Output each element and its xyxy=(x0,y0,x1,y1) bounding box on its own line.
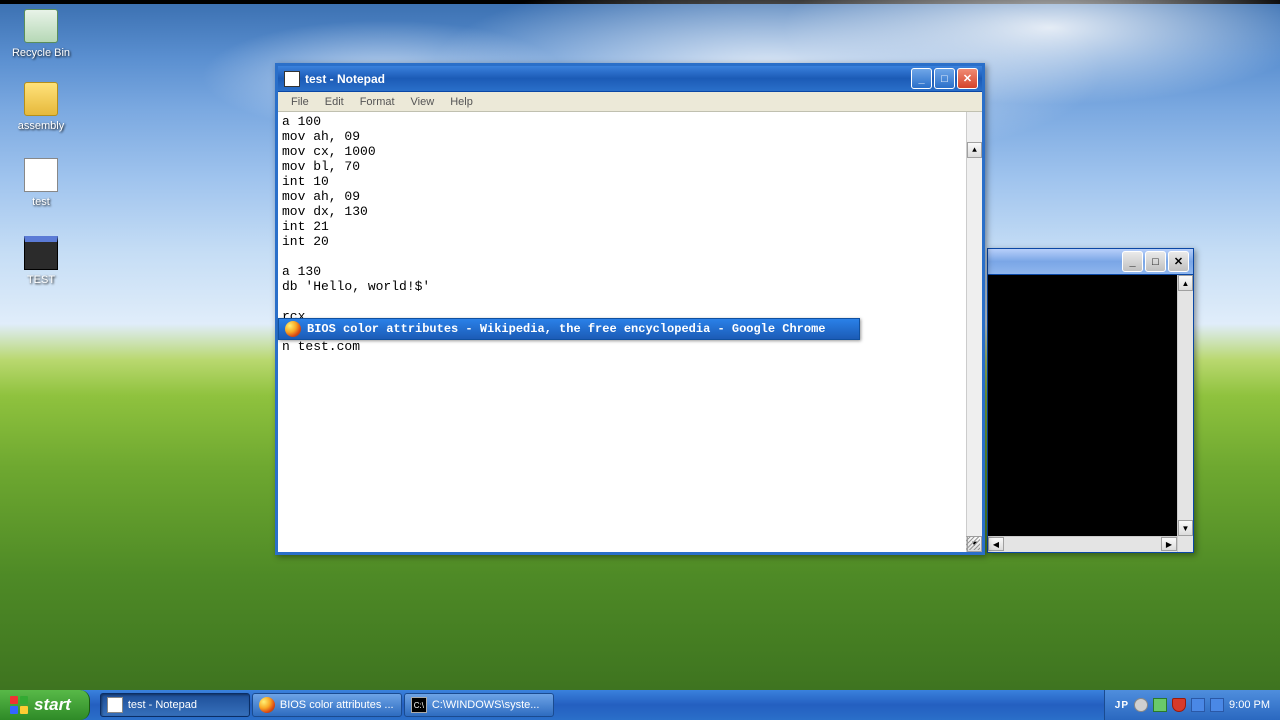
clock[interactable]: 9:00 PM xyxy=(1229,699,1270,711)
tray-network-icon[interactable] xyxy=(1210,698,1224,712)
minimize-button[interactable]: _ xyxy=(1122,251,1143,272)
chrome-icon xyxy=(285,321,301,337)
tray-blue-icon[interactable] xyxy=(1191,698,1205,712)
resize-grip[interactable] xyxy=(966,536,980,550)
taskbar-item-label: C:\WINDOWS\syste... xyxy=(432,699,540,711)
alt-tab-label: BIOS color attributes - Wikipedia, the f… xyxy=(307,322,825,337)
cmd-client-area[interactable]: ▲ ▼ ◀ ▶ xyxy=(988,275,1193,552)
desktop-icon-label: assembly xyxy=(18,120,64,132)
notepad-app-icon xyxy=(284,71,300,87)
scroll-right-arrow-icon[interactable]: ▶ xyxy=(1161,537,1177,551)
close-button[interactable]: ✕ xyxy=(957,68,978,89)
close-button[interactable]: ✕ xyxy=(1168,251,1189,272)
start-label: start xyxy=(34,695,71,715)
taskbar-item-chrome[interactable]: BIOS color attributes ... xyxy=(252,693,402,717)
tray-green-icon[interactable] xyxy=(1153,698,1167,712)
recyclebin-icon xyxy=(24,9,58,43)
menubar: File Edit Format View Help xyxy=(278,92,982,112)
exefile-icon xyxy=(24,236,58,270)
tray-security-shield-icon[interactable] xyxy=(1172,698,1186,712)
cmd-window[interactable]: _ □ ✕ ▲ ▼ ◀ ▶ xyxy=(987,248,1194,553)
scroll-up-arrow-icon[interactable]: ▲ xyxy=(1178,275,1193,291)
menu-file[interactable]: File xyxy=(284,95,316,109)
taskbar-buttons: test - Notepad BIOS color attributes ...… xyxy=(100,693,1104,717)
maximize-button[interactable]: □ xyxy=(934,68,955,89)
tray-removehw-icon[interactable] xyxy=(1134,698,1148,712)
vertical-scrollbar[interactable]: ▲ ▼ xyxy=(1177,275,1193,552)
desktop-icon-label: Recycle Bin xyxy=(12,47,70,59)
minimize-button[interactable]: _ xyxy=(911,68,932,89)
taskbar-item-notepad[interactable]: test - Notepad xyxy=(100,693,250,717)
menu-help[interactable]: Help xyxy=(443,95,480,109)
textfile-icon xyxy=(24,158,58,192)
chrome-icon xyxy=(259,697,275,713)
horizontal-scrollbar[interactable]: ◀ ▶ xyxy=(988,536,1177,552)
notepad-icon xyxy=(107,697,123,713)
alt-tab-switcher[interactable]: BIOS color attributes - Wikipedia, the f… xyxy=(278,318,860,340)
letterbox-top xyxy=(0,0,1280,4)
cmd-icon: C:\ xyxy=(411,697,427,713)
taskbar-item-label: test - Notepad xyxy=(128,699,197,711)
desktop-icon-test-exe[interactable]: TEST xyxy=(5,236,77,286)
scroll-left-arrow-icon[interactable]: ◀ xyxy=(988,537,1004,551)
scroll-down-arrow-icon[interactable]: ▼ xyxy=(1178,520,1193,536)
menu-format[interactable]: Format xyxy=(353,95,402,109)
desktop-icon-assembly-folder[interactable]: assembly xyxy=(5,82,77,132)
desktop-icon-recyclebin[interactable]: Recycle Bin xyxy=(5,9,77,59)
menu-edit[interactable]: Edit xyxy=(318,95,351,109)
folder-icon xyxy=(24,82,58,116)
language-indicator[interactable]: JP xyxy=(1115,700,1129,711)
desktop-icon-test-txt[interactable]: test xyxy=(5,158,77,208)
desktop-icon-label: TEST xyxy=(27,274,55,286)
window-title: test - Notepad xyxy=(305,72,911,86)
taskbar-item-cmd[interactable]: C:\ C:\WINDOWS\syste... xyxy=(404,693,554,717)
notepad-editor[interactable]: a 100 mov ah, 09 mov cx, 1000 mov bl, 70… xyxy=(278,112,982,552)
menu-view[interactable]: View xyxy=(404,95,442,109)
notepad-titlebar[interactable]: test - Notepad _ □ ✕ xyxy=(278,66,982,92)
system-tray[interactable]: JP 9:00 PM xyxy=(1104,690,1280,720)
desktop-icon-label: test xyxy=(32,196,50,208)
taskbar-item-label: BIOS color attributes ... xyxy=(280,699,394,711)
vertical-scrollbar[interactable]: ▲ ▼ xyxy=(966,112,982,552)
cmd-titlebar[interactable]: _ □ ✕ xyxy=(988,249,1193,275)
scroll-up-arrow-icon[interactable]: ▲ xyxy=(967,142,982,158)
windows-logo-icon xyxy=(10,696,28,714)
start-button[interactable]: start xyxy=(0,690,90,720)
maximize-button[interactable]: □ xyxy=(1145,251,1166,272)
notepad-window[interactable]: test - Notepad _ □ ✕ File Edit Format Vi… xyxy=(275,63,985,555)
taskbar: start test - Notepad BIOS color attribut… xyxy=(0,690,1280,720)
